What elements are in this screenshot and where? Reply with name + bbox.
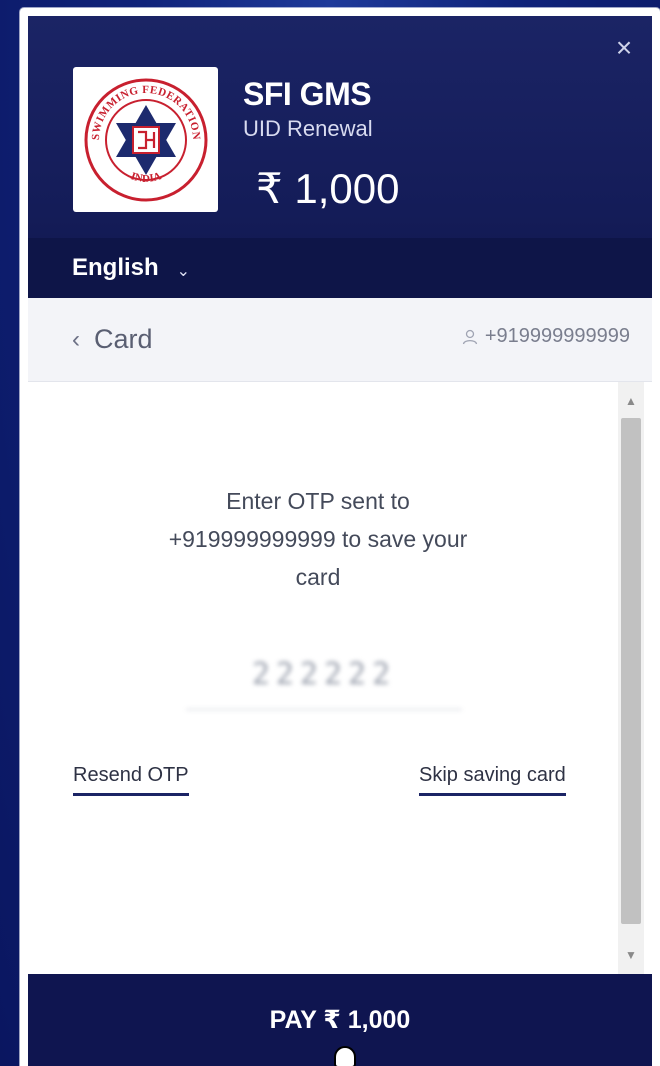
close-icon[interactable]: × xyxy=(610,34,638,62)
scroll-down-icon[interactable]: ▼ xyxy=(618,940,644,970)
otp-message: Enter OTP sent to +919999999999 to save … xyxy=(138,482,498,596)
scroll-up-icon[interactable]: ▲ xyxy=(618,386,644,416)
scrollbar-thumb[interactable] xyxy=(621,418,641,924)
back-button[interactable]: ‹ Card xyxy=(72,324,153,355)
user-icon xyxy=(462,329,477,344)
scrollbar[interactable]: ▲ ▼ xyxy=(618,382,644,974)
otp-message-line: +919999999999 to save your xyxy=(168,526,468,552)
otp-message-line: card xyxy=(295,564,341,590)
back-label: Card xyxy=(94,324,153,354)
skip-saving-card-link[interactable]: Skip saving card xyxy=(419,764,566,796)
merchant-name: SFI GMS xyxy=(243,76,372,112)
chevron-left-icon: ‹ xyxy=(72,325,80,353)
mouse-cursor-icon xyxy=(334,1046,356,1066)
otp-input[interactable] xyxy=(186,640,462,710)
checkout-header: × SWIMMING FEDERATION INDIA SFI GMS UID … xyxy=(28,16,652,298)
method-subbar: ‹ Card +919999999999 xyxy=(28,298,652,382)
otp-message-line: Enter OTP sent to xyxy=(226,488,410,514)
merchant-description: UID Renewal xyxy=(243,116,373,141)
language-selector[interactable]: English ⌄ xyxy=(28,238,652,298)
language-selected: English xyxy=(72,254,159,281)
merchant-logo: SWIMMING FEDERATION INDIA xyxy=(73,67,218,212)
otp-panel: Enter OTP sent to +919999999999 to save … xyxy=(28,382,652,974)
payment-amount: ₹ 1,000 xyxy=(256,165,400,212)
swimming-federation-logo-icon: SWIMMING FEDERATION INDIA xyxy=(84,78,207,201)
checkout-modal: × SWIMMING FEDERATION INDIA SFI GMS UID … xyxy=(20,8,660,1066)
contact-info: +919999999999 xyxy=(461,325,630,348)
contact-phone: +919999999999 xyxy=(484,325,630,347)
chevron-down-icon: ⌄ xyxy=(176,263,191,280)
resend-otp-link[interactable]: Resend OTP xyxy=(73,764,189,796)
